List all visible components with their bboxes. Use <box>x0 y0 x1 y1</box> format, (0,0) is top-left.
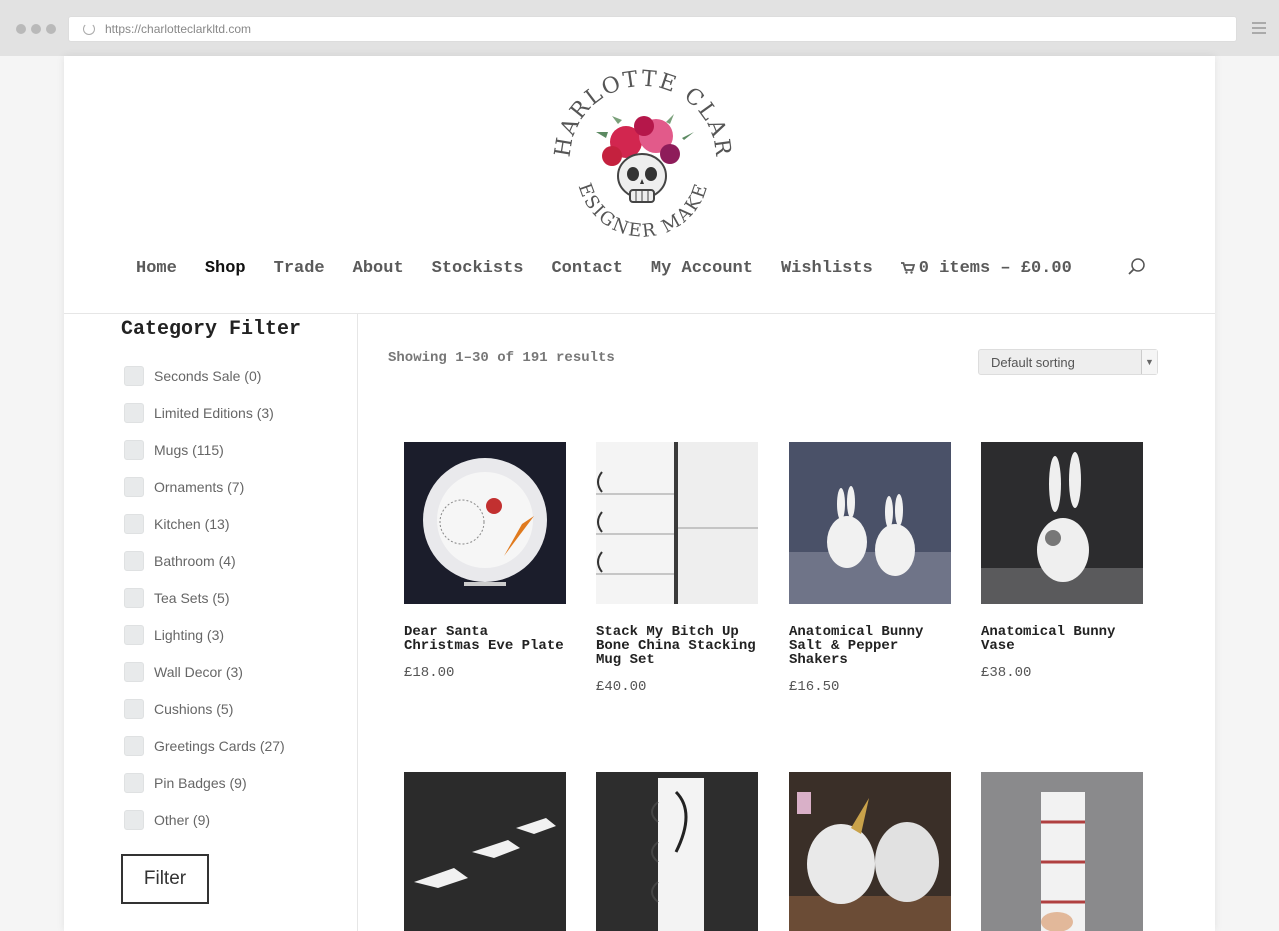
category-checkbox[interactable] <box>124 735 144 756</box>
nav-stockists[interactable]: Stockists <box>432 259 524 278</box>
reload-icon[interactable] <box>83 23 95 35</box>
header-divider <box>64 313 1215 314</box>
category-filter: Category Filter Seconds Sale (0) Limited… <box>121 318 341 931</box>
category-checkbox[interactable] <box>124 809 144 830</box>
category-kitchen[interactable]: Kitchen (13) <box>121 505 341 542</box>
nav-wishlists[interactable]: Wishlists <box>781 259 873 278</box>
category-label: Lighting (3) <box>154 626 225 643</box>
nav-trade[interactable]: Trade <box>274 259 325 278</box>
category-label: Bathroom (4) <box>154 552 236 569</box>
product-image[interactable] <box>596 772 758 931</box>
product-name[interactable]: Stack My Bitch Up Bone China Stacking Mu… <box>596 625 758 667</box>
address-bar[interactable]: https://charlotteclarkltd.com <box>68 16 1237 42</box>
category-bathroom[interactable]: Bathroom (4) <box>121 542 341 579</box>
product-card[interactable]: Anatomical Bunny Vase £38.00 <box>981 442 1143 681</box>
chevron-down-icon: ▼ <box>1141 350 1157 374</box>
product-price: £18.00 <box>404 665 455 681</box>
category-greetings-cards[interactable]: Greetings Cards (27) <box>121 727 341 764</box>
product-price: £40.00 <box>596 679 647 695</box>
window-controls <box>16 24 56 34</box>
category-label: Greetings Cards (27) <box>154 737 285 754</box>
sort-selected: Default sorting <box>991 355 1075 370</box>
category-label: Limited Editions (3) <box>154 404 274 421</box>
category-checkbox[interactable] <box>124 365 144 386</box>
category-pin-badges[interactable]: Pin Badges (9) <box>121 764 341 801</box>
nav-contact[interactable]: Contact <box>551 259 622 278</box>
category-checkbox[interactable] <box>124 402 144 423</box>
cart-summary: 0 items – £0.00 <box>918 258 1072 278</box>
category-label: Ornaments (7) <box>154 478 245 495</box>
nav-home[interactable]: Home <box>136 259 177 278</box>
category-label: Cushions (5) <box>154 700 234 717</box>
category-checkbox[interactable] <box>124 439 144 460</box>
nav-about[interactable]: About <box>353 259 404 278</box>
product-card[interactable] <box>404 772 566 931</box>
category-checkbox[interactable] <box>124 513 144 534</box>
search-icon[interactable] <box>1128 258 1146 276</box>
category-label: Mugs (115) <box>154 441 224 458</box>
category-checkbox[interactable] <box>124 476 144 497</box>
nav-shop[interactable]: Shop <box>205 259 246 278</box>
category-label: Other (9) <box>154 811 211 828</box>
nav-my-account[interactable]: My Account <box>651 259 753 278</box>
product-image[interactable] <box>596 442 758 604</box>
product-card[interactable] <box>981 772 1143 931</box>
category-checkbox[interactable] <box>124 772 144 793</box>
product-card[interactable]: Anatomical Bunny Salt & Pepper Shakers £… <box>789 442 951 695</box>
hamburger-menu-icon[interactable] <box>1252 22 1266 37</box>
page: CHARLOTTE CLARK DESIGNER MAKER Home Shop… <box>64 56 1215 931</box>
close-dot[interactable] <box>16 24 26 34</box>
logo[interactable]: CHARLOTTE CLARK DESIGNER MAKER <box>548 64 738 254</box>
sort-select[interactable]: Default sorting ▼ <box>978 349 1158 375</box>
product-price: £38.00 <box>981 665 1032 681</box>
category-checkbox[interactable] <box>124 698 144 719</box>
category-tea-sets[interactable]: Tea Sets (5) <box>121 579 341 616</box>
category-label: Tea Sets (5) <box>154 589 230 606</box>
category-ornaments[interactable]: Ornaments (7) <box>121 468 341 505</box>
filter-title: Category Filter <box>121 318 302 341</box>
product-image[interactable] <box>789 442 951 604</box>
product-name[interactable]: Anatomical Bunny Salt & Pepper Shakers <box>789 625 951 667</box>
category-checkbox[interactable] <box>124 587 144 608</box>
category-cushions[interactable]: Cushions (5) <box>121 690 341 727</box>
category-label: Pin Badges (9) <box>154 774 247 791</box>
category-lighting[interactable]: Lighting (3) <box>121 616 341 653</box>
product-image[interactable] <box>404 772 566 931</box>
product-image[interactable] <box>789 772 951 931</box>
product-name[interactable]: Anatomical Bunny Vase <box>981 625 1143 653</box>
category-other[interactable]: Other (9) <box>121 801 341 838</box>
product-card[interactable]: Dear Santa Christmas Eve Plate £18.00 <box>404 442 566 681</box>
category-mugs[interactable]: Mugs (115) <box>121 431 341 468</box>
maximize-dot[interactable] <box>46 24 56 34</box>
category-checkbox[interactable] <box>124 550 144 571</box>
category-label: Seconds Sale (0) <box>154 367 262 384</box>
filter-button[interactable]: Filter <box>121 854 209 904</box>
category-limited-editions[interactable]: Limited Editions (3) <box>121 394 341 431</box>
product-name[interactable]: Dear Santa Christmas Eve Plate <box>404 625 566 653</box>
category-label: Kitchen (13) <box>154 515 230 532</box>
category-checkbox[interactable] <box>124 661 144 682</box>
url-text[interactable]: https://charlotteclarkltd.com <box>105 22 251 36</box>
nav-cart[interactable]: 0 items – £0.00 <box>900 258 1072 278</box>
minimize-dot[interactable] <box>31 24 41 34</box>
product-card[interactable] <box>596 772 758 931</box>
results-count: Showing 1–30 of 191 results <box>388 350 615 366</box>
product-image[interactable] <box>981 772 1143 931</box>
sidebar-divider <box>357 314 358 931</box>
product-card[interactable]: Stack My Bitch Up Bone China Stacking Mu… <box>596 442 758 695</box>
main-nav: Home Shop Trade About Stockists Contact … <box>136 256 1156 280</box>
product-card[interactable] <box>789 772 951 931</box>
category-label: Wall Decor (3) <box>154 663 243 680</box>
browser-chrome: https://charlotteclarkltd.com <box>0 0 1279 56</box>
category-checkbox[interactable] <box>124 624 144 645</box>
product-image[interactable] <box>404 442 566 604</box>
product-price: £16.50 <box>789 679 840 695</box>
cart-icon <box>900 262 915 274</box>
product-image[interactable] <box>981 442 1143 604</box>
category-seconds-sale[interactable]: Seconds Sale (0) <box>121 357 341 394</box>
category-wall-decor[interactable]: Wall Decor (3) <box>121 653 341 690</box>
